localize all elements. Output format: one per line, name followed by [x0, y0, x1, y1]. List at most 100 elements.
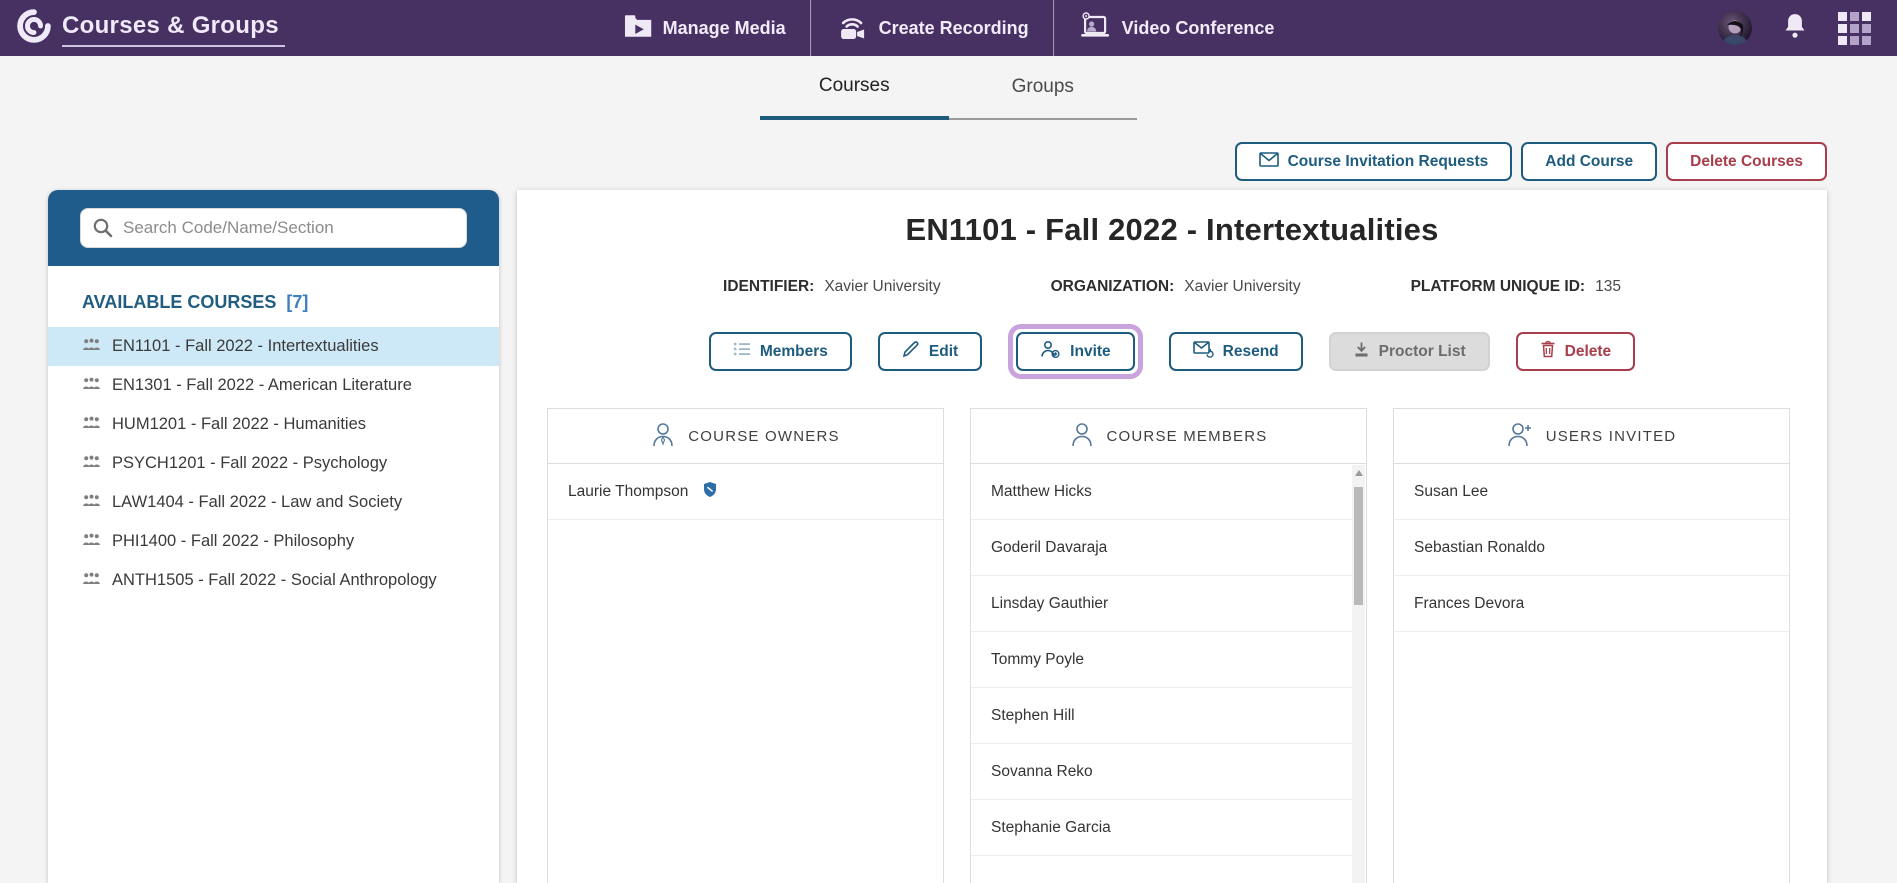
course-people-icon [82, 337, 101, 356]
pencil-icon [902, 340, 920, 363]
member-name: Stephanie Garcia [991, 819, 1111, 837]
member-name: Linsday Gauthier [991, 595, 1108, 613]
course-label: LAW1404 - Fall 2022 - Law and Society [112, 493, 402, 512]
course-label: PSYCH1201 - Fall 2022 - Psychology [112, 454, 387, 473]
owner-person-icon [651, 421, 675, 451]
course-label: PHI1400 - Fall 2022 - Philosophy [112, 532, 354, 551]
course-owners-header: COURSE OWNERS [548, 409, 943, 464]
recording-camera-icon [835, 12, 869, 45]
member-row: Stephen Hill [971, 688, 1352, 744]
edit-button[interactable]: Edit [878, 332, 982, 371]
platform-id-label: PLATFORM UNIQUE ID: [1411, 278, 1586, 296]
resend-button[interactable]: Resend [1169, 332, 1303, 371]
sidebar-course-item[interactable]: HUM1201 - Fall 2022 - Humanities [48, 405, 499, 444]
list-icon [733, 341, 751, 362]
invited-name: Susan Lee [1414, 483, 1488, 501]
members-scrollbar[interactable] [1352, 465, 1365, 883]
sidebar-course-item[interactable]: PSYCH1201 - Fall 2022 - Psychology [48, 444, 499, 483]
sidebar-course-item[interactable]: PHI1400 - Fall 2022 - Philosophy [48, 522, 499, 561]
invite-highlight-ring: Invite [1008, 324, 1142, 379]
organization-value: Xavier University [1184, 278, 1300, 296]
course-people-icon [82, 415, 101, 434]
invite-button[interactable]: Invite [1016, 332, 1134, 371]
course-people-icon [82, 454, 101, 473]
sidebar-course-item[interactable]: EN1301 - Fall 2022 - American Literature [48, 366, 499, 405]
owner-name: Laurie Thompson [568, 483, 688, 501]
member-name: Stephen Hill [991, 707, 1075, 725]
add-course-button[interactable]: Add Course [1521, 142, 1657, 181]
course-meta-row: IDENTIFIER: Xavier University ORGANIZATI… [517, 278, 1827, 296]
tab-courses[interactable]: Courses [760, 56, 949, 120]
members-button[interactable]: Members [709, 332, 852, 371]
platform-id-value: 135 [1595, 278, 1621, 296]
member-name: Goderil Davaraja [991, 539, 1107, 557]
courses-groups-tabbar: Courses Groups [760, 56, 1137, 120]
brand[interactable]: Courses & Groups [0, 0, 301, 56]
member-row: Stephanie Garcia [971, 800, 1352, 856]
course-invitation-requests-button[interactable]: Course Invitation Requests [1235, 142, 1513, 181]
envelope-icon [1259, 152, 1279, 172]
member-row: Linsday Gauthier [971, 576, 1352, 632]
sidebar-course-item[interactable]: ANTH1505 - Fall 2022 - Social Anthropolo… [48, 561, 499, 600]
admin-shield-icon [704, 482, 716, 502]
search-icon [92, 217, 114, 244]
course-members-header: COURSE MEMBERS [971, 409, 1366, 464]
invited-name: Sebastian Ronaldo [1414, 539, 1545, 557]
member-row: Matthew Hicks [971, 464, 1352, 520]
download-icon [1353, 341, 1370, 363]
member-name: Sovanna Reko [991, 763, 1093, 781]
member-name: Matthew Hicks [991, 483, 1092, 501]
delete-button[interactable]: Delete [1516, 332, 1636, 371]
users-invited-card: USERS INVITED Susan Lee Sebastian Ronald… [1393, 408, 1790, 883]
scrollbar-thumb[interactable] [1354, 487, 1363, 605]
course-owners-card: COURSE OWNERS Laurie Thompson [547, 408, 944, 883]
invited-person-add-icon [1507, 421, 1533, 451]
course-actions-row: Members Edit Invite [517, 324, 1827, 379]
app-logo-swirl-icon [16, 8, 52, 49]
course-label: ANTH1505 - Fall 2022 - Social Anthropolo… [112, 571, 437, 590]
delete-courses-button[interactable]: Delete Courses [1666, 142, 1827, 181]
trash-icon [1540, 340, 1556, 363]
invited-row: Sebastian Ronaldo [1394, 520, 1789, 576]
sidebar-search-header [48, 190, 499, 266]
course-label: HUM1201 - Fall 2022 - Humanities [112, 415, 366, 434]
top-navbar: Courses & Groups Manage Media [0, 0, 1897, 56]
search-input[interactable] [80, 208, 467, 248]
apps-grid-icon[interactable] [1838, 12, 1871, 45]
person-add-icon [1040, 340, 1061, 364]
course-members-card: COURSE MEMBERS Matthew Hicks Goderil Dav… [970, 408, 1367, 883]
course-people-icon [82, 376, 101, 395]
navbar-menu: Manage Media Create Recording [599, 0, 1299, 56]
invited-row: Frances Devora [1394, 576, 1789, 632]
user-avatar[interactable] [1718, 11, 1752, 45]
course-toolbar: Course Invitation Requests Add Course De… [1235, 142, 1827, 181]
sidebar-course-item[interactable]: LAW1404 - Fall 2022 - Law and Society [48, 483, 499, 522]
sidebar-course-item[interactable]: EN1101 - Fall 2022 - Intertextualities [48, 327, 499, 366]
course-list: EN1101 - Fall 2022 - Intertextualities E… [48, 327, 499, 600]
member-person-icon [1070, 421, 1094, 451]
video-conference-button[interactable]: Video Conference [1053, 0, 1299, 56]
create-recording-button[interactable]: Create Recording [810, 0, 1053, 56]
notifications-bell-icon[interactable] [1782, 12, 1808, 45]
course-people-columns: COURSE OWNERS Laurie Thompson [547, 408, 1790, 883]
courses-sidebar: AVAILABLE COURSES[7] EN1101 - Fall 2022 … [48, 190, 499, 883]
scroll-up-arrow[interactable] [1355, 470, 1363, 476]
course-people-icon [82, 493, 101, 512]
identifier-label: IDENTIFIER: [723, 278, 814, 296]
member-row: Tommy Poyle [971, 632, 1352, 688]
invited-row: Susan Lee [1394, 464, 1789, 520]
navbar-right [1718, 11, 1897, 45]
users-invited-header: USERS INVITED [1394, 409, 1789, 464]
member-row: Goderil Davaraja [971, 520, 1352, 576]
member-row: Sovanna Reko [971, 744, 1352, 800]
course-people-icon [82, 532, 101, 551]
course-label: EN1301 - Fall 2022 - American Literature [112, 376, 412, 395]
tab-groups[interactable]: Groups [949, 56, 1138, 120]
video-conference-icon [1078, 12, 1112, 45]
manage-media-button[interactable]: Manage Media [599, 0, 810, 56]
identifier-value: Xavier University [824, 278, 940, 296]
proctor-list-button[interactable]: Proctor List [1329, 332, 1490, 371]
owner-row: Laurie Thompson [548, 464, 943, 520]
page-title: Courses & Groups [62, 12, 279, 39]
course-count-badge: [7] [286, 292, 308, 312]
